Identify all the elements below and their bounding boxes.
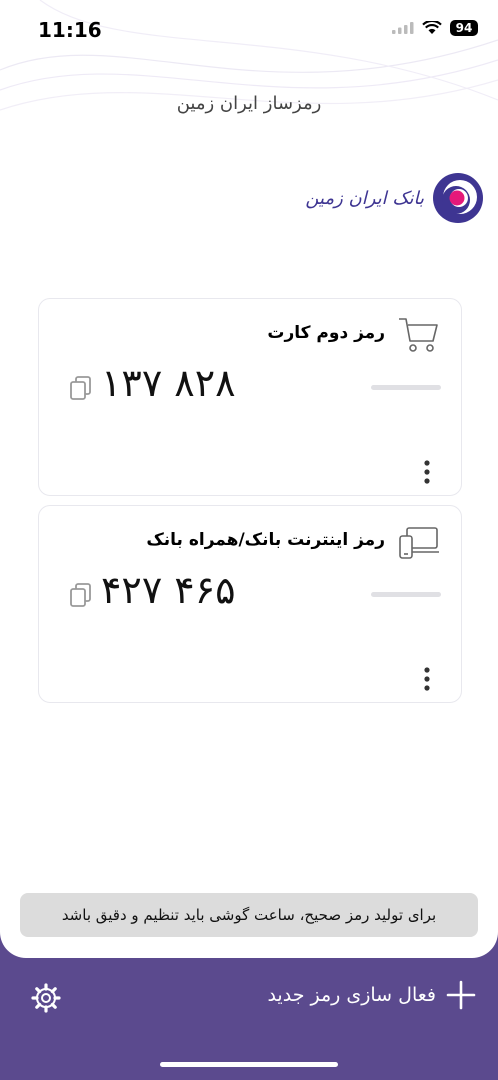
bank-logo-icon [433,173,483,223]
cellular-signal-icon [392,22,414,34]
cart-icon [399,318,438,352]
status-bar: 11:16 94 [0,0,498,60]
bank-logo-text: بانک ایران زمین [305,188,424,209]
otp-card-internet-bank: رمز اینترنت بانک/همراه بانک ۴۲۷ ۴۶۵ [38,505,462,703]
otp-code[interactable]: ۱۳۷ ۸۲۸ [101,361,236,405]
more-options-icon[interactable] [417,666,437,692]
activate-label: فعال سازی رمز جدید [267,984,436,1006]
gear-icon[interactable] [30,982,62,1014]
card-title: رمز دوم کارت [267,323,385,343]
expiry-progress-bar [371,385,441,390]
battery-indicator: 94 [450,20,478,36]
copy-icon[interactable] [69,582,93,608]
status-icons: 94 [392,20,478,36]
wifi-icon [422,21,442,34]
card-title: رمز اینترنت بانک/همراه بانک [146,530,385,550]
home-indicator [160,1062,338,1067]
devices-icon [399,527,439,559]
otp-code[interactable]: ۴۲۷ ۴۶۵ [101,568,236,612]
clock-sync-notice: برای تولید رمز صحیح، ساعت گوشی باید تنظی… [20,893,478,937]
status-time: 11:16 [38,18,102,42]
activate-new-password-button[interactable]: فعال سازی رمز جدید [267,980,476,1010]
app-screen: 11:16 94 رمزساز ایران زمین بانک ایران زم… [0,0,498,958]
app-title: رمزساز ایران زمین [176,93,322,114]
plus-icon [446,980,476,1010]
more-options-icon[interactable] [417,459,437,485]
copy-icon[interactable] [69,375,93,401]
otp-card-second-password: رمز دوم کارت ۱۳۷ ۸۲۸ [38,298,462,496]
expiry-progress-bar [371,592,441,597]
bank-logo: بانک ایران زمین [305,168,486,230]
